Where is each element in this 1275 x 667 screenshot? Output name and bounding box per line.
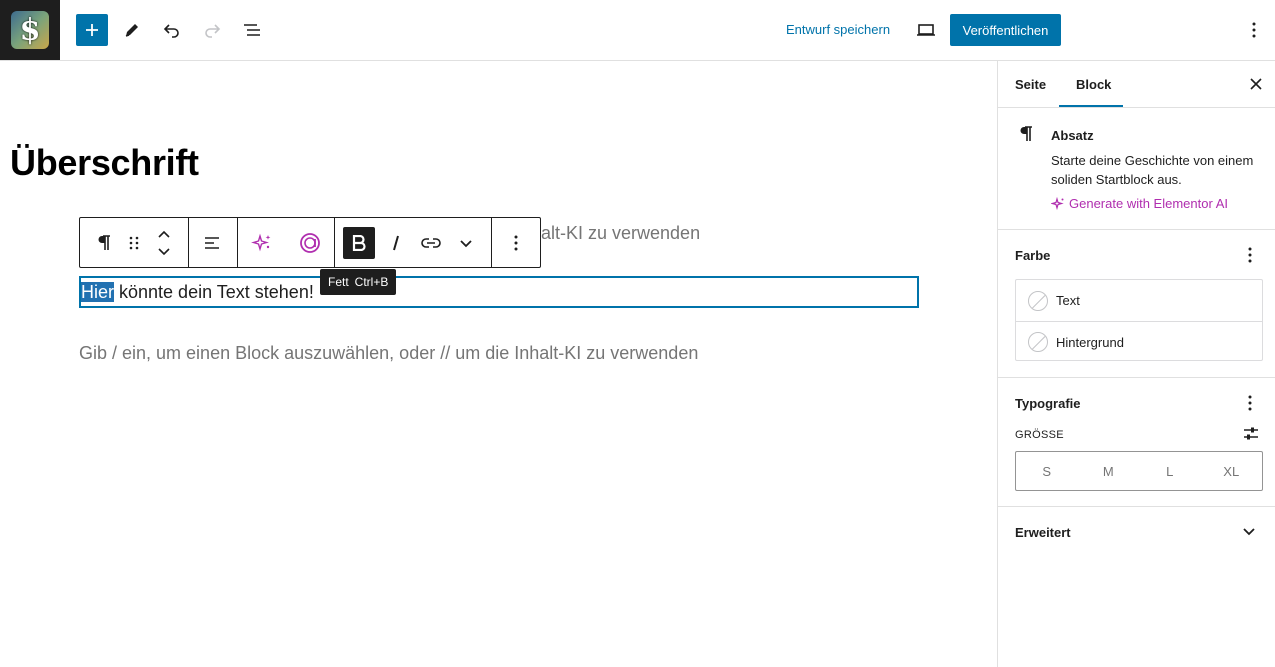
typography-panel-title[interactable]: Typografie xyxy=(1015,396,1081,411)
block-card-description: Starte deine Geschichte von einem solide… xyxy=(1051,153,1254,187)
generate-ai-label[interactable]: Generate with Elementor AI xyxy=(1069,196,1228,211)
close-icon xyxy=(1250,78,1262,90)
sparkle-icon xyxy=(1051,196,1064,210)
color-background-label: Hintergrund xyxy=(1056,334,1124,350)
typography-options-button[interactable] xyxy=(1242,393,1258,413)
sidebar-tabs: Seite Block xyxy=(998,61,1275,108)
bold-tooltip: Fett Ctrl+B xyxy=(320,269,397,295)
selected-text[interactable]: Hier xyxy=(81,282,115,302)
paragraph-text-rest[interactable]: könnte dein Text stehen! xyxy=(114,282,314,302)
color-options-button[interactable] xyxy=(1242,245,1258,265)
undo-icon xyxy=(163,24,179,38)
laptop-icon xyxy=(917,24,935,36)
align-left-icon xyxy=(205,237,219,249)
tab-block[interactable]: Block xyxy=(1076,77,1111,92)
publish-button[interactable]: Veröffentlichen xyxy=(950,14,1061,46)
align-button[interactable] xyxy=(197,227,229,259)
bold-icon xyxy=(352,235,366,251)
color-panel-title[interactable]: Farbe xyxy=(1015,248,1050,263)
document-overview-button[interactable] xyxy=(236,14,268,46)
content-ai-button[interactable] xyxy=(294,227,326,259)
block-placeholder[interactable]: alt-KI zu verwenden xyxy=(541,223,700,244)
link-button[interactable] xyxy=(415,227,447,259)
paragraph-block[interactable]: Hier könnte dein Text stehen! xyxy=(79,276,919,308)
vertical-ellipsis-icon xyxy=(1248,395,1252,411)
panel-divider xyxy=(998,506,1275,507)
drag-handle-icon xyxy=(129,236,139,250)
block-inserter-button[interactable] xyxy=(76,14,108,46)
settings-sidebar: Seite Block Absatz Starte deine Geschich… xyxy=(997,61,1275,667)
tab-page[interactable]: Seite xyxy=(1015,77,1046,92)
paragraph-text[interactable]: Hier könnte dein Text stehen! xyxy=(81,282,314,303)
italic-button[interactable] xyxy=(380,227,412,259)
drag-handle[interactable] xyxy=(120,227,148,259)
vertical-ellipsis-icon xyxy=(1252,22,1256,38)
color-background-item[interactable]: Hintergrund xyxy=(1016,321,1262,362)
tooltip-label: Fett xyxy=(328,275,349,289)
block-card-title: Absatz xyxy=(1051,128,1094,143)
bold-button[interactable] xyxy=(343,227,375,259)
active-tab-indicator xyxy=(1059,105,1123,107)
italic-icon xyxy=(393,235,399,251)
advanced-panel-title[interactable]: Erweitert xyxy=(1015,525,1071,540)
elementor-ai-button[interactable] xyxy=(246,227,278,259)
site-logo-button[interactable]: $ xyxy=(0,0,60,60)
page-title[interactable]: Überschrift xyxy=(10,142,199,184)
editor-header: $ Entwurf speichern Veröffentlichen xyxy=(0,0,1275,61)
sparkle-icon xyxy=(251,233,271,252)
vertical-ellipsis-icon xyxy=(514,235,518,251)
block-placeholder[interactable]: Gib / ein, um einen Block auszuwählen, o… xyxy=(79,343,698,364)
plus-icon xyxy=(86,24,98,36)
block-type-button[interactable] xyxy=(88,227,120,259)
preview-button[interactable] xyxy=(910,14,942,46)
editor-canvas[interactable]: Überschrift alt-KI zu verwenden Hier kön… xyxy=(0,61,997,667)
panel-divider xyxy=(998,377,1275,378)
font-size-picker: S M L XL xyxy=(1015,451,1263,491)
toolbar-divider xyxy=(491,218,492,267)
tooltip-shortcut: Ctrl+B xyxy=(354,275,389,289)
size-option-l[interactable]: L xyxy=(1139,452,1201,490)
font-size-label: GRÖSSE xyxy=(1015,429,1064,441)
more-rich-text-button[interactable] xyxy=(450,227,482,259)
size-option-xl[interactable]: XL xyxy=(1201,452,1263,490)
move-buttons[interactable] xyxy=(150,224,178,262)
ai-circle-icon xyxy=(300,233,320,253)
site-icon: $ xyxy=(11,11,49,49)
toolbar-divider xyxy=(334,218,335,267)
empty-swatch-icon xyxy=(1028,332,1048,352)
link-icon xyxy=(421,238,441,248)
undo-button[interactable] xyxy=(156,14,188,46)
paragraph-icon xyxy=(98,235,110,250)
options-menu-button[interactable] xyxy=(1238,14,1270,46)
sliders-icon xyxy=(1244,427,1258,440)
size-option-m[interactable]: M xyxy=(1078,452,1140,490)
block-toolbar xyxy=(79,217,541,268)
block-options-button[interactable] xyxy=(500,227,532,259)
close-sidebar-button[interactable] xyxy=(1246,74,1266,94)
toolbar-divider xyxy=(237,218,238,267)
color-settings: Text Hintergrund xyxy=(1015,279,1263,361)
paragraph-icon xyxy=(1018,125,1034,148)
redo-button[interactable] xyxy=(196,14,228,46)
chevron-down-icon xyxy=(460,240,472,248)
vertical-ellipsis-icon xyxy=(1248,247,1252,263)
pencil-icon xyxy=(125,24,138,37)
chevron-down-icon xyxy=(1243,528,1255,536)
custom-size-button[interactable] xyxy=(1242,425,1260,443)
move-up-down-icon xyxy=(158,230,170,256)
save-draft-button[interactable]: Entwurf speichern xyxy=(786,22,890,37)
tools-button[interactable] xyxy=(116,14,148,46)
size-option-s[interactable]: S xyxy=(1016,452,1078,490)
empty-swatch-icon xyxy=(1028,290,1048,311)
toolbar-divider xyxy=(188,218,189,267)
generate-ai-link[interactable]: Generate with Elementor AI xyxy=(1051,196,1228,211)
color-text-item[interactable]: Text xyxy=(1016,280,1262,321)
advanced-toggle-button[interactable] xyxy=(1242,523,1258,539)
redo-icon xyxy=(205,24,221,38)
list-view-icon xyxy=(244,24,260,36)
block-card: Absatz Starte deine Geschichte von einem… xyxy=(998,109,1275,230)
color-text-label: Text xyxy=(1056,293,1080,308)
